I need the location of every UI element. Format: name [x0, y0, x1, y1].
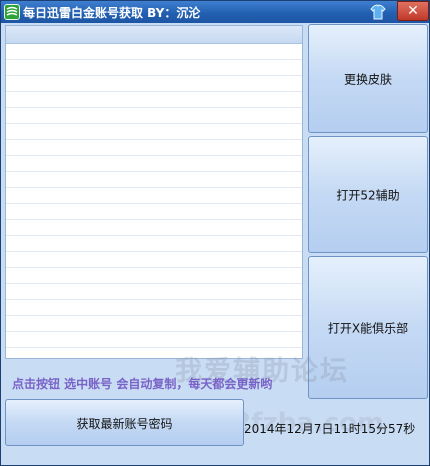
list-row[interactable] — [6, 172, 302, 188]
skin-shirt-button[interactable] — [368, 2, 388, 22]
window-title: 每日迅雷白金账号获取 BY：沉沦 — [23, 6, 201, 20]
list-row[interactable] — [6, 108, 302, 124]
list-row[interactable] — [6, 284, 302, 300]
change-skin-label: 更换皮肤 — [343, 72, 392, 86]
list-row[interactable] — [6, 124, 302, 140]
list-row[interactable] — [6, 316, 302, 332]
get-account-label: 获取最新账号密码 — [76, 417, 173, 431]
list-row[interactable] — [6, 60, 302, 76]
list-row[interactable] — [6, 156, 302, 172]
list-row[interactable] — [6, 236, 302, 252]
list-row[interactable] — [6, 140, 302, 156]
title-bar[interactable]: 每日迅雷白金账号获取 BY：沉沦 ✕ — [1, 1, 429, 23]
list-row[interactable] — [6, 188, 302, 204]
shirt-icon — [370, 4, 386, 20]
list-row[interactable] — [6, 44, 302, 60]
list-row[interactable] — [6, 268, 302, 284]
list-row[interactable] — [6, 92, 302, 108]
list-row[interactable] — [6, 76, 302, 92]
list-row[interactable] — [6, 220, 302, 236]
account-list[interactable] — [5, 25, 303, 359]
list-row[interactable] — [6, 332, 302, 348]
open-52-label: 打开52辅助 — [336, 188, 400, 202]
open-x-club-label: 打开X能俱乐部 — [327, 321, 409, 335]
list-row[interactable] — [6, 204, 302, 220]
main-window: 每日迅雷白金账号获取 BY：沉沦 ✕ 更换皮肤 打开52辅助 打开X能俱乐部 我… — [0, 0, 430, 466]
app-icon — [4, 4, 20, 20]
timestamp: 2014年12月7日11时15分57秒 — [244, 422, 416, 436]
open-52-button[interactable]: 打开52辅助 — [308, 136, 428, 253]
get-account-button[interactable]: 获取最新账号密码 — [5, 399, 244, 446]
list-row[interactable] — [6, 300, 302, 316]
hint-text: 点击按钮 选中账号 会自动复制，每天都会更新哟 — [12, 377, 273, 391]
change-skin-button[interactable]: 更换皮肤 — [308, 24, 428, 133]
app-logo-icon — [6, 6, 18, 16]
list-row[interactable] — [6, 252, 302, 268]
close-button[interactable]: ✕ — [397, 1, 429, 21]
list-header — [6, 26, 302, 44]
